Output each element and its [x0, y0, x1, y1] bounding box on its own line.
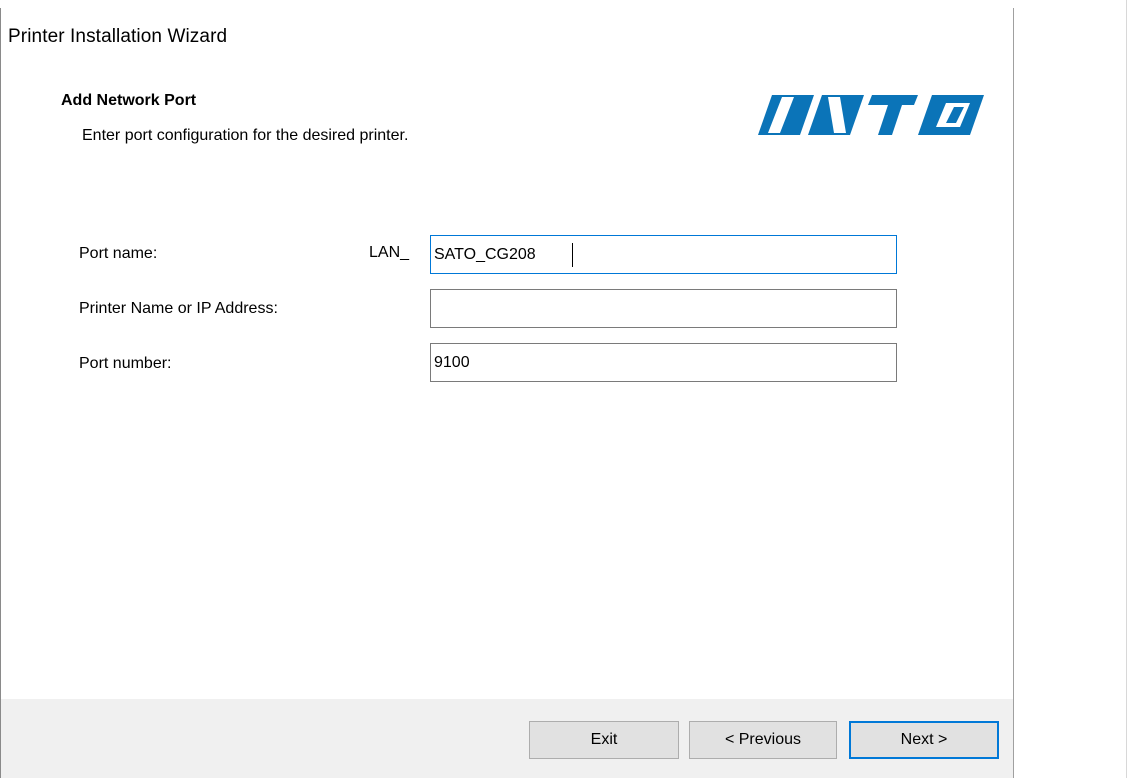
window-title: Printer Installation Wizard: [8, 26, 228, 47]
port-name-prefix: LAN_: [369, 244, 410, 261]
previous-button[interactable]: < Previous: [689, 721, 837, 759]
window-left-border: [0, 8, 1, 778]
window-right-border: [1013, 8, 1014, 778]
next-button[interactable]: Next >: [849, 721, 999, 759]
page-subtitle: Enter port configuration for the desired…: [82, 127, 409, 144]
desktop-edge: [1126, 0, 1127, 778]
port-name-label: Port name:: [79, 245, 158, 262]
port-name-input[interactable]: [430, 235, 897, 274]
printer-address-label: Printer Name or IP Address:: [79, 300, 278, 317]
port-number-label: Port number:: [79, 355, 172, 372]
port-number-input[interactable]: [430, 343, 897, 382]
page-title: Add Network Port: [61, 92, 197, 109]
exit-button[interactable]: Exit: [529, 721, 679, 759]
sato-logo: [758, 95, 984, 135]
printer-address-input[interactable]: [430, 289, 897, 328]
text-caret: [572, 243, 573, 267]
